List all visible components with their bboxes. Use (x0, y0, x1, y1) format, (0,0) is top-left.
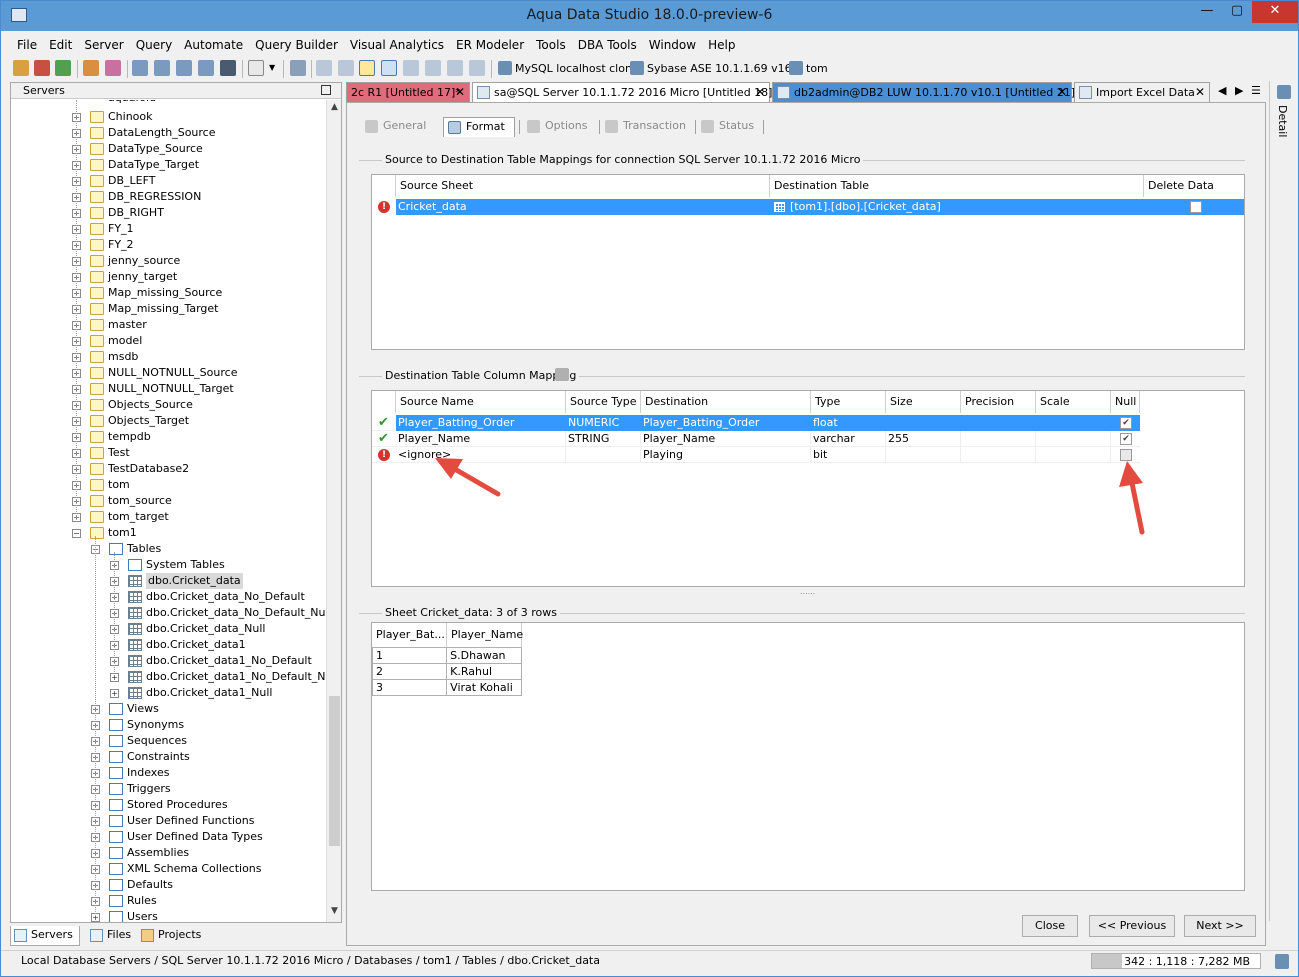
arrow-ignore (435, 458, 501, 497)
app-window: Aqua Data Studio 18.0.0-preview-6 — ▢ ✕ … (0, 0, 1299, 977)
annotation-arrows (435, 458, 1145, 535)
memory-label: 342 : 1,118 : 7,282 MB (1124, 955, 1250, 968)
garbage-collect-icon[interactable] (1275, 954, 1289, 969)
status-path: Local Database Servers / SQL Server 10.1… (21, 954, 600, 967)
status-bar: Local Database Servers / SQL Server 10.1… (1, 950, 1298, 972)
arrow-null (1119, 461, 1145, 535)
memory-fill (1092, 954, 1122, 968)
memory-indicator[interactable]: 342 : 1,118 : 7,282 MB (1091, 953, 1261, 969)
